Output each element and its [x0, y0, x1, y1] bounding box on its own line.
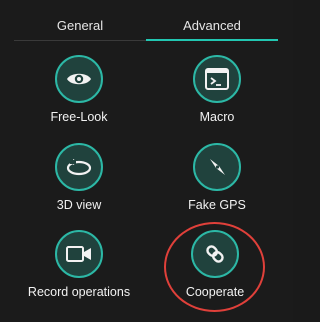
rotate-3d-icon	[66, 157, 92, 177]
free-look-label: Free-Look	[50, 110, 108, 124]
cooperate-icon-circle	[191, 230, 239, 278]
macro-button[interactable]: Macro	[157, 55, 277, 135]
macro-label: Macro	[199, 110, 235, 124]
3d-view-button[interactable]: 3D view	[19, 143, 139, 223]
tab-general[interactable]: General	[14, 10, 146, 40]
3d-view-icon-circle	[55, 143, 103, 191]
link-icon	[203, 242, 227, 266]
fake-gps-icon-circle	[193, 143, 241, 191]
record-operations-button[interactable]: Record operations	[19, 230, 139, 310]
advanced-tools-panel: General Advanced Free-Look Macro 3D view…	[0, 0, 293, 322]
free-look-button[interactable]: Free-Look	[19, 55, 139, 135]
tab-general-label: General	[56, 17, 104, 33]
terminal-icon	[205, 68, 229, 90]
cooperate-label: Cooperate	[185, 285, 245, 299]
eye-icon	[66, 70, 92, 88]
3d-view-label: 3D view	[56, 198, 102, 212]
fake-gps-button[interactable]: Fake GPS	[157, 143, 277, 223]
record-operations-label: Record operations	[27, 285, 131, 299]
free-look-icon-circle	[55, 55, 103, 103]
cooperate-button[interactable]: Cooperate	[155, 230, 275, 310]
fake-gps-label: Fake GPS	[188, 198, 246, 212]
compass-icon	[205, 155, 229, 179]
macro-icon-circle	[193, 55, 241, 103]
tab-advanced-label: Advanced	[183, 17, 241, 33]
tab-advanced[interactable]: Advanced	[146, 10, 278, 41]
record-operations-icon-circle	[55, 230, 103, 278]
tab-bar: General Advanced	[14, 10, 278, 41]
video-camera-icon	[66, 245, 92, 263]
